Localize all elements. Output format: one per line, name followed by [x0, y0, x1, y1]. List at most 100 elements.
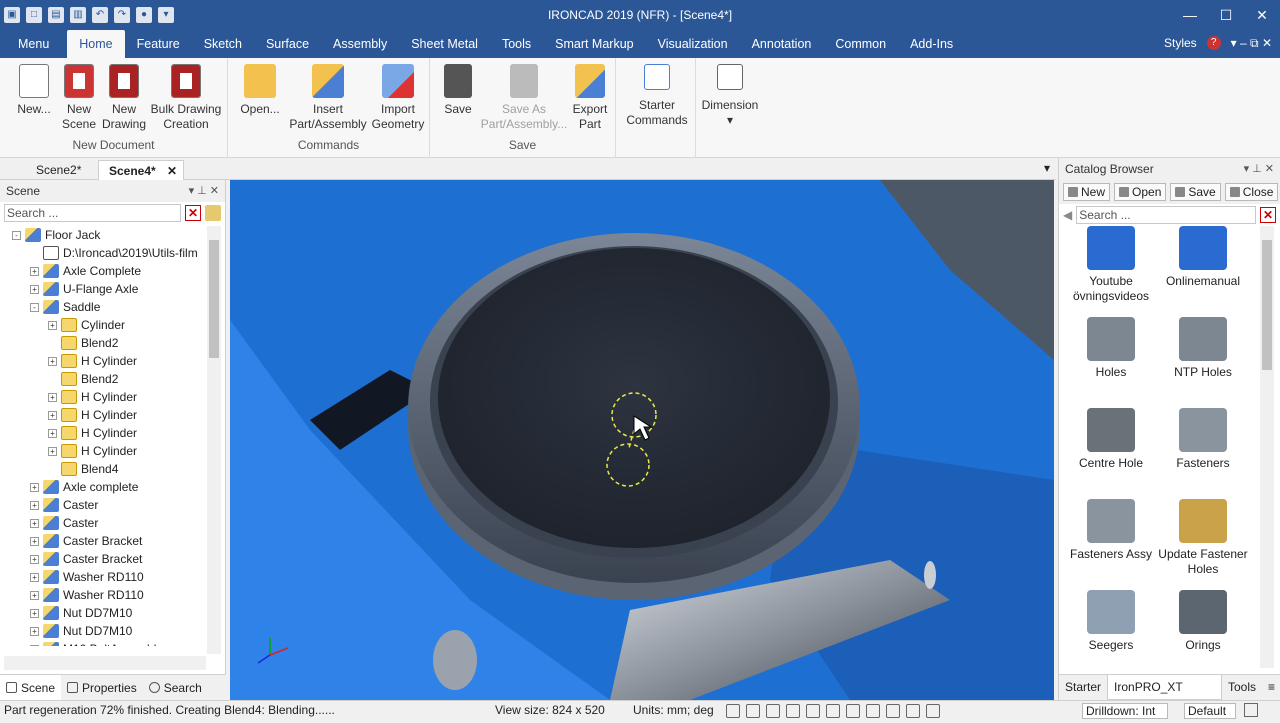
save-as-button[interactable]: Save As Part/Assembly...	[480, 64, 568, 132]
tab-sheet-metal[interactable]: Sheet Metal	[399, 30, 490, 58]
tab-add-ins[interactable]: Add-Ins	[898, 30, 965, 58]
tree-node[interactable]: + Nut DD7M10	[4, 604, 206, 622]
expand-toggle-icon[interactable]: +	[48, 446, 57, 456]
tab-starter[interactable]: Starter	[1059, 675, 1107, 700]
catalog-item[interactable]: Update Fastener Holes	[1157, 499, 1249, 577]
catalog-open-button[interactable]: Open	[1114, 183, 1167, 201]
tab-common[interactable]: Common	[823, 30, 898, 58]
tab-smart-markup[interactable]: Smart Markup	[543, 30, 646, 58]
tree-node[interactable]: + H Cylinder	[4, 406, 206, 424]
expand-toggle-icon[interactable]: +	[30, 644, 39, 646]
cube-view-icon[interactable]	[786, 704, 800, 718]
back-arrow-icon[interactable]: ◀	[1063, 208, 1072, 222]
catalog-item[interactable]: Centre Hole	[1065, 408, 1157, 471]
catalog-item[interactable]: Orings	[1157, 590, 1249, 653]
save-button[interactable]: Save	[440, 64, 476, 117]
options-icon[interactable]: ▾	[158, 7, 174, 23]
expand-toggle-icon[interactable]: +	[48, 428, 57, 438]
tab-ironpro-xt-mech[interactable]: IronPRO_XT Mech	[1107, 675, 1222, 718]
tab-annotation[interactable]: Annotation	[740, 30, 824, 58]
expand-toggle-icon[interactable]: +	[30, 482, 39, 492]
new-icon[interactable]: □	[26, 7, 42, 23]
expand-toggle-icon[interactable]: +	[30, 554, 39, 564]
expand-toggle-icon[interactable]: +	[30, 266, 39, 276]
tree-node[interactable]: + Caster Bracket	[4, 550, 206, 568]
scene-search-input[interactable]: Search ...	[4, 204, 181, 222]
catalog-item[interactable]: Onlinemanual	[1157, 226, 1249, 289]
expand-toggle-icon[interactable]: +	[48, 320, 57, 330]
tab-catalog-tools[interactable]: Tools	[1222, 675, 1262, 700]
tree-node[interactable]: D:\Ironcad\2019\Utils-film	[4, 244, 206, 262]
app-icon[interactable]: ▣	[4, 7, 20, 23]
tree-node[interactable]: + Caster Bracket	[4, 532, 206, 550]
starter-commands-button[interactable]: Starter Commands	[622, 64, 692, 128]
drilldown-select[interactable]: Drilldown: Int	[1082, 703, 1168, 719]
clear-search-icon[interactable]: ✕	[185, 205, 201, 221]
tab-search[interactable]: Search	[143, 675, 208, 700]
catalog-item[interactable]: Fasteners	[1157, 408, 1249, 471]
ribbon-minimize-icon[interactable]: ▾ – ⧉ ✕	[1231, 36, 1272, 51]
help-icon[interactable]: ?	[1206, 36, 1221, 50]
expand-toggle-icon[interactable]: +	[48, 356, 57, 366]
tree-node[interactable]: + H Cylinder	[4, 352, 206, 370]
tree-node[interactable]: + H Cylinder	[4, 388, 206, 406]
undo-icon[interactable]: ↶	[92, 7, 108, 23]
expand-toggle-icon[interactable]: +	[30, 590, 39, 600]
doc-tab-scene2[interactable]: Scene2*	[26, 160, 91, 180]
tree-node[interactable]: - Floor Jack	[4, 226, 206, 244]
doc-tab-scene4[interactable]: Scene4* ✕	[98, 160, 184, 180]
scene-tree-horizontal-scrollbar[interactable]	[4, 656, 206, 670]
new-scene-button[interactable]: New Scene	[60, 64, 98, 132]
tree-node[interactable]: Blend2	[4, 370, 206, 388]
expand-toggle-icon[interactable]: +	[48, 410, 57, 420]
tab-sketch[interactable]: Sketch	[192, 30, 254, 58]
view-orientation-icon[interactable]	[766, 704, 780, 718]
catalog-tabs-menu-icon[interactable]: ≡	[1262, 675, 1280, 700]
catalog-search-input[interactable]: Search ...	[1076, 206, 1256, 224]
render-mode-icon[interactable]	[826, 704, 840, 718]
bulk-drawing-button[interactable]: Bulk Drawing Creation	[150, 64, 222, 132]
glasses-icon[interactable]	[846, 704, 860, 718]
catalog-panel-controls[interactable]: ▾ ⊥ ✕	[1244, 158, 1274, 180]
tree-node[interactable]: Blend4	[4, 460, 206, 478]
tree-node[interactable]: - Saddle	[4, 298, 206, 316]
scroll-thumb[interactable]	[209, 240, 219, 358]
tree-node[interactable]: + M10 BoltAssembly	[4, 640, 206, 646]
display-style-icon[interactable]	[866, 704, 880, 718]
catalog-clear-search-icon[interactable]: ✕	[1260, 207, 1276, 223]
tree-node[interactable]: + Cylinder	[4, 316, 206, 334]
tab-properties[interactable]: Properties	[61, 675, 143, 700]
catalog-item[interactable]: Youtube övningsvideos	[1065, 226, 1157, 304]
export-part-button[interactable]: Export Part	[570, 64, 610, 132]
expand-toggle-icon[interactable]: -	[30, 302, 39, 312]
tree-node[interactable]: Blend2	[4, 334, 206, 352]
tree-node[interactable]: + Nut DD7M10	[4, 622, 206, 640]
tree-node[interactable]: + U-Flange Axle	[4, 280, 206, 298]
expand-toggle-icon[interactable]: +	[30, 626, 39, 636]
select-cursor-icon[interactable]	[926, 704, 940, 718]
expand-toggle-icon[interactable]: +	[30, 536, 39, 546]
catalog-item[interactable]: NTP Holes	[1157, 317, 1249, 380]
expand-toggle-icon[interactable]: +	[30, 608, 39, 618]
light-icon[interactable]	[906, 704, 920, 718]
zoom-window-icon[interactable]	[746, 704, 760, 718]
catalog-item[interactable]: Fasteners Assy	[1065, 499, 1157, 562]
open-button[interactable]: Open...	[238, 64, 282, 117]
expand-toggle-icon[interactable]: +	[30, 500, 39, 510]
open-icon[interactable]: ▤	[48, 7, 64, 23]
tree-node[interactable]: + Axle complete	[4, 478, 206, 496]
catalog-new-button[interactable]: New	[1063, 183, 1111, 201]
expand-toggle-icon[interactable]: +	[30, 284, 39, 294]
import-geometry-button[interactable]: Import Geometry	[370, 64, 426, 132]
catalog-item[interactable]: Holes	[1065, 317, 1157, 380]
insert-part-button[interactable]: Insert Part/Assembly	[288, 64, 368, 132]
catalog-save-button[interactable]: Save	[1170, 183, 1221, 201]
dimension-dropdown-icon[interactable]: ▾	[700, 113, 760, 128]
tab-surface[interactable]: Surface	[254, 30, 321, 58]
maximize-button[interactable]: ☐	[1208, 0, 1244, 30]
catalog-scroll-thumb[interactable]	[1262, 240, 1272, 370]
tree-node[interactable]: + Washer RD110	[4, 568, 206, 586]
section-icon[interactable]	[886, 704, 900, 718]
tab-feature[interactable]: Feature	[125, 30, 192, 58]
styles-dropdown[interactable]: Styles	[1164, 36, 1197, 51]
